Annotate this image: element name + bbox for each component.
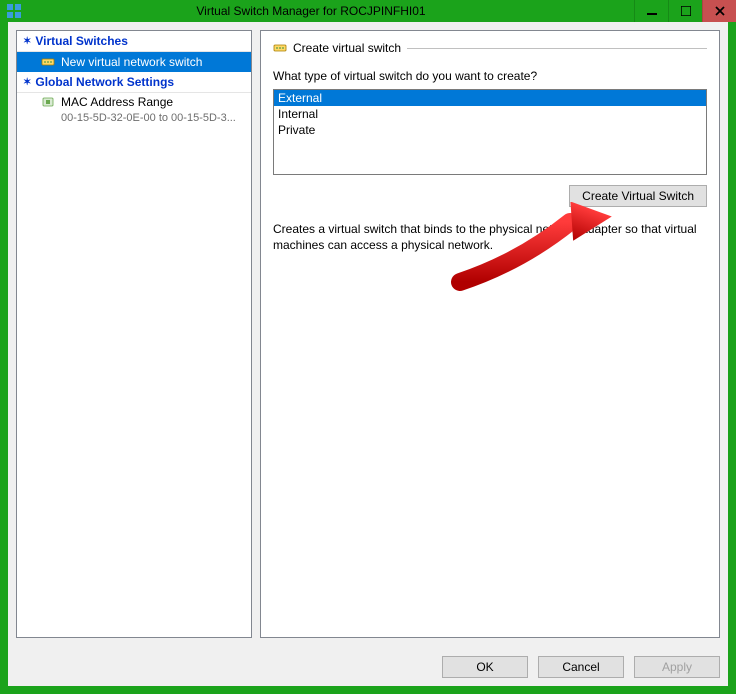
tree-section-virtual-switches[interactable]: ✶ Virtual Switches <box>17 31 251 52</box>
window-buttons <box>634 0 736 22</box>
create-button-row: Create Virtual Switch <box>273 185 707 207</box>
tree-item-mac-range[interactable]: MAC Address Range <box>17 93 251 111</box>
tree-item-new-switch[interactable]: New virtual network switch <box>17 52 251 72</box>
listbox-item-private[interactable]: Private <box>274 122 706 138</box>
minimize-button[interactable] <box>634 0 668 22</box>
network-card-icon <box>41 95 55 109</box>
close-button[interactable] <box>702 0 736 22</box>
navigation-tree: ✶ Virtual Switches New virtual network s… <box>16 30 252 638</box>
window-frame: Virtual Switch Manager for ROCJPINFHI01 … <box>0 0 736 694</box>
tree-item-label: New virtual network switch <box>61 55 202 69</box>
listbox-item-external[interactable]: External <box>274 90 706 106</box>
switch-type-listbox[interactable]: External Internal Private <box>273 89 707 175</box>
section-header: Create virtual switch <box>273 41 707 55</box>
tree-section-label: Virtual Switches <box>35 34 127 48</box>
collapse-icon: ✶ <box>23 36 31 47</box>
window-title: Virtual Switch Manager for ROCJPINFHI01 <box>28 4 634 18</box>
divider <box>407 48 707 49</box>
switch-icon <box>41 55 55 69</box>
content-area: ✶ Virtual Switches New virtual network s… <box>8 22 728 646</box>
app-icon <box>6 3 22 19</box>
apply-button[interactable]: Apply <box>634 656 720 678</box>
section-title-text: Create virtual switch <box>293 41 401 55</box>
create-virtual-switch-button[interactable]: Create Virtual Switch <box>569 185 707 207</box>
prompt-text: What type of virtual switch do you want … <box>273 69 707 83</box>
tree-item-mac-detail: 00-15-5D-32-0E-00 to 00-15-5D-3... <box>17 111 251 125</box>
detail-pane: Create virtual switch What type of virtu… <box>260 30 720 638</box>
dialog-buttons: OK Cancel Apply <box>8 646 728 686</box>
maximize-button[interactable] <box>668 0 702 22</box>
tree-section-label: Global Network Settings <box>35 75 174 89</box>
tree-section-global-settings[interactable]: ✶ Global Network Settings <box>17 72 251 93</box>
collapse-icon: ✶ <box>23 77 31 88</box>
cancel-button[interactable]: Cancel <box>538 656 624 678</box>
titlebar[interactable]: Virtual Switch Manager for ROCJPINFHI01 <box>0 0 736 22</box>
switch-icon <box>273 41 287 55</box>
tree-item-label: MAC Address Range <box>61 95 173 109</box>
listbox-item-internal[interactable]: Internal <box>274 106 706 122</box>
description-text: Creates a virtual switch that binds to t… <box>273 221 707 253</box>
ok-button[interactable]: OK <box>442 656 528 678</box>
